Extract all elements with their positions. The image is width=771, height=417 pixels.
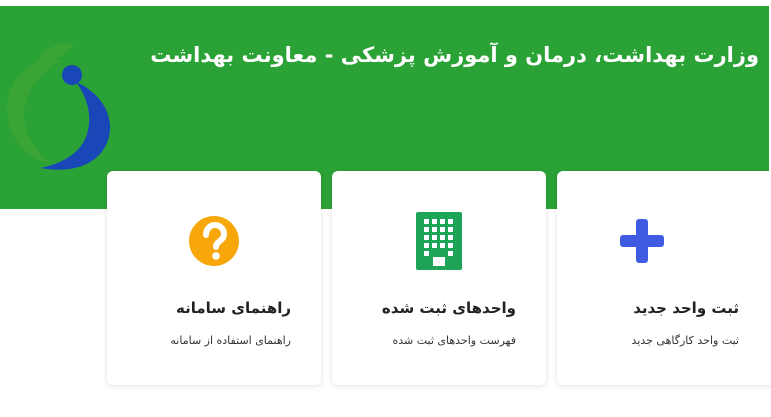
card-title: واحدهای ثبت شده [381,299,516,317]
ministry-health-logo-icon [7,43,111,170]
card-description: راهنمای استفاده از سامانه [170,334,291,347]
card-help[interactable]: راهنمای سامانه راهنمای استفاده از سامانه [107,171,321,385]
card-title: ثبت واحد جدید [633,299,739,317]
card-new-unit[interactable]: ثبت واحد جدید ثبت واحد کارگاهی جدید [557,171,771,385]
question-icon [184,211,244,271]
building-icon [409,211,469,271]
card-description: فهرست واحدهای ثبت شده [392,334,516,347]
page-title: وزارت بهداشت، درمان و آموزش پزشکی - معاو… [150,43,759,67]
card-title: راهنمای سامانه [176,299,291,317]
plus-icon [612,211,672,271]
page: وزارت بهداشت، درمان و آموزش پزشکی - معاو… [0,0,771,417]
top-strip [0,0,771,6]
card-description: ثبت واحد کارگاهی جدید [631,334,739,347]
card-registered-units[interactable]: واحدهای ثبت شده فهرست واحدهای ثبت شده [332,171,546,385]
